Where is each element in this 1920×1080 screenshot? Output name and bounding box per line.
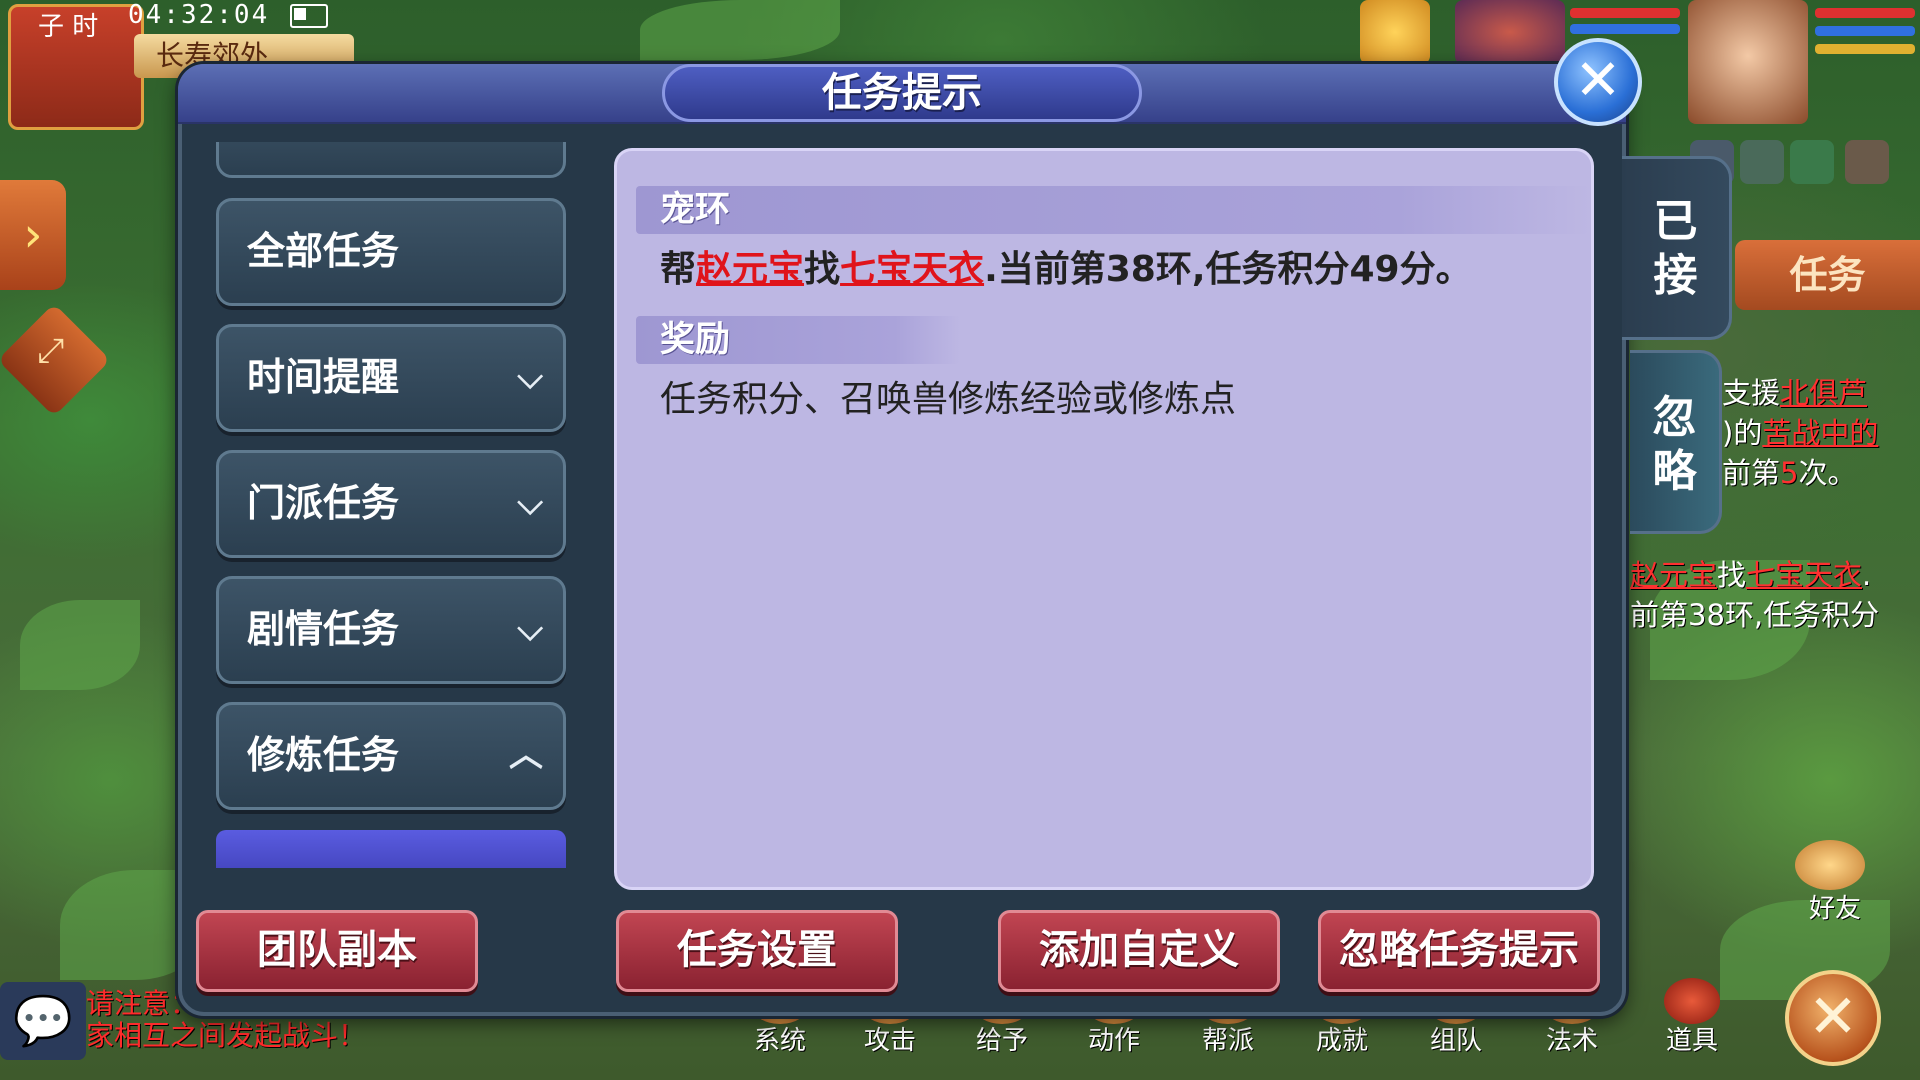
battery-icon	[290, 4, 328, 28]
friend-handshake-icon[interactable]	[1795, 840, 1865, 890]
time-period-label: 子 时	[38, 12, 99, 42]
item-link[interactable]: 七宝天衣	[840, 249, 984, 290]
tracker-line: 支援北俱芦	[1722, 370, 1867, 412]
text: 找	[804, 249, 841, 290]
category-label: 门派任务	[247, 481, 400, 525]
category-item-partial[interactable]	[216, 142, 566, 178]
task-settings-button[interactable]: 任务设置	[616, 910, 898, 992]
tracker-link[interactable]: 苦战中的	[1762, 416, 1878, 450]
menu-guild[interactable]: 帮派	[1188, 1020, 1268, 1057]
category-cultivation-tasks[interactable]: 修炼任务 ︿	[216, 702, 566, 810]
reward-description: 任务积分、召唤兽修炼经验或修炼点	[660, 379, 1237, 420]
task-description: 帮赵元宝找七宝天衣.当前第38环,任务积分49分。	[660, 240, 1472, 292]
chevron-down-icon: ⌵	[517, 483, 543, 523]
tracker-text: 次。	[1798, 456, 1857, 490]
tracker-line: 前第38环,任务积分	[1630, 598, 1880, 632]
menu-give[interactable]: 给予	[962, 1020, 1042, 1057]
menu-action[interactable]: 动作	[1074, 1020, 1154, 1057]
player-hp-bar	[1815, 8, 1915, 18]
tracker-count: 5	[1780, 456, 1799, 490]
tracker-text: )的	[1722, 416, 1763, 450]
pet-hp-bar	[1570, 8, 1680, 18]
pet-mp-bar	[1570, 24, 1680, 34]
buff-icon[interactable]	[1845, 140, 1889, 184]
menu-attack[interactable]: 攻击	[850, 1020, 930, 1057]
foliage	[640, 0, 840, 60]
chevron-up-icon: ︿	[509, 735, 543, 775]
category-sect-tasks[interactable]: 门派任务 ⌵	[216, 450, 566, 558]
section-title-task: 宠环	[636, 186, 1590, 234]
tracker-line: 前第5次。	[1722, 450, 1856, 492]
tracker-text: 支援	[1722, 376, 1781, 410]
add-custom-button[interactable]: 添加自定义	[998, 910, 1280, 992]
tracker-text: 前第	[1722, 456, 1781, 490]
tab-ignored[interactable]: 忽略	[1630, 350, 1722, 534]
npc-link[interactable]: 赵元宝	[696, 249, 804, 290]
ignore-task-tips-button[interactable]: 忽略任务提示	[1318, 910, 1600, 992]
buff-icon[interactable]	[1740, 140, 1784, 184]
tab-label: 已接	[1653, 196, 1698, 301]
dialog-title: 任务提示	[662, 64, 1142, 122]
text: 帮	[660, 249, 697, 290]
category-time-reminder[interactable]: 时间提醒 ⌵	[216, 324, 566, 432]
tracker-link[interactable]: 北俱芦	[1780, 376, 1867, 410]
tab-accepted[interactable]: 已接	[1622, 156, 1732, 340]
chat-bubble-icon[interactable]: 💬	[0, 982, 86, 1060]
menu-team[interactable]: 组队	[1416, 1020, 1496, 1057]
player-anger-bar	[1815, 44, 1915, 54]
tracker-line: )的苦战中的	[1722, 410, 1878, 452]
tracker-text: 找	[1717, 558, 1747, 592]
task-category-list[interactable]: 全部任务 时间提醒 ⌵ 门派任务 ⌵ 剧情任务 ⌵ 修炼任务 ︿	[216, 142, 566, 868]
category-label: 时间提醒	[247, 355, 400, 399]
treasure-chest-icon[interactable]	[1664, 978, 1720, 1024]
subcategory-pet-ring-selected[interactable]	[216, 830, 566, 868]
buff-icon[interactable]	[1790, 140, 1834, 184]
expand-arrows-icon: ⤢	[37, 331, 65, 372]
chevron-down-icon: ⌵	[517, 357, 543, 397]
tracker-text: .	[1862, 558, 1872, 592]
category-label: 全部任务	[247, 229, 400, 273]
tracker-line: 赵元宝找七宝天衣.	[1630, 552, 1871, 594]
clock-readout: 04:32:04	[128, 0, 270, 30]
section-title-reward: 奖励	[636, 316, 960, 364]
expand-left-arrow-icon[interactable]: ›	[0, 180, 66, 290]
category-all-tasks[interactable]: 全部任务	[216, 198, 566, 306]
tracker-link[interactable]: 赵元宝	[1630, 558, 1717, 592]
close-menu-button[interactable]: ✕	[1785, 970, 1881, 1066]
tracker-link[interactable]: 七宝天衣	[1746, 558, 1862, 592]
companion-avatar[interactable]	[1455, 0, 1565, 64]
category-label: 修炼任务	[247, 733, 400, 777]
category-story-tasks[interactable]: 剧情任务 ⌵	[216, 576, 566, 684]
task-tab-button[interactable]: 任务	[1735, 240, 1920, 310]
dialog-close-button[interactable]: ✕	[1554, 38, 1642, 126]
menu-items[interactable]: 道具	[1652, 1020, 1732, 1057]
friend-button-label[interactable]: 好友	[1790, 888, 1880, 925]
tab-label: 忽略	[1652, 392, 1697, 497]
text: .当前第38环,任务积分49分。	[984, 249, 1472, 290]
player-avatar[interactable]	[1688, 0, 1808, 124]
player-mp-bar	[1815, 26, 1915, 36]
team-dungeon-button[interactable]: 团队副本	[196, 910, 478, 992]
foliage	[20, 600, 140, 690]
menu-spell[interactable]: 法术	[1532, 1020, 1612, 1057]
category-label: 剧情任务	[247, 607, 400, 651]
menu-system[interactable]: 系统	[740, 1020, 820, 1057]
menu-achievement[interactable]: 成就	[1302, 1020, 1382, 1057]
chevron-down-icon: ⌵	[517, 609, 543, 649]
pet-avatar[interactable]	[1360, 0, 1430, 64]
